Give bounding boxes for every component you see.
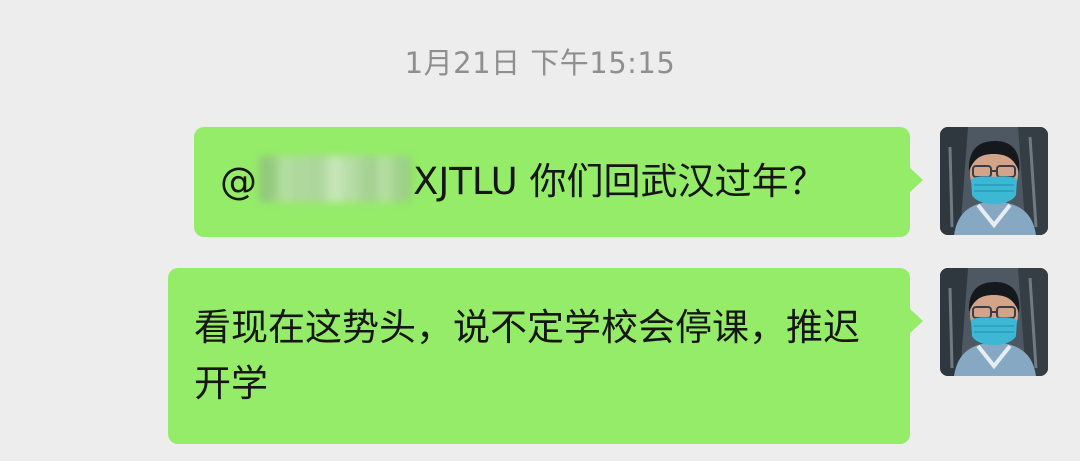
message-text: 你们回武汉过年？	[529, 160, 826, 203]
message-row: @ XJTLU 你们回武汉过年？	[194, 127, 1048, 237]
message-bubble[interactable]: 看现在这势头，说不定学校会停课，推迟开学	[168, 268, 923, 444]
mention-suffix: XJTLU	[413, 160, 518, 203]
avatar-image	[940, 127, 1048, 235]
avatar[interactable]	[940, 127, 1048, 235]
message-timestamp: 1月21日 下午15:15	[404, 46, 676, 80]
chat-view: 1月21日 下午15:15 @ XJTLU 你们回武汉过年？ 看现在这势头，说不…	[0, 0, 1080, 461]
message-row: 看现在这势头，说不定学校会停课，推迟开学	[168, 268, 1048, 444]
message-text: 看现在这势头，说不定学校会停课，推迟开学	[194, 306, 860, 405]
message-bubble[interactable]: @ XJTLU 你们回武汉过年？	[194, 127, 923, 237]
avatar-image	[940, 268, 1048, 376]
avatar[interactable]	[940, 268, 1048, 376]
mention-at: @	[220, 160, 257, 203]
blurred-username	[259, 156, 411, 202]
message-spacer	[518, 160, 530, 203]
